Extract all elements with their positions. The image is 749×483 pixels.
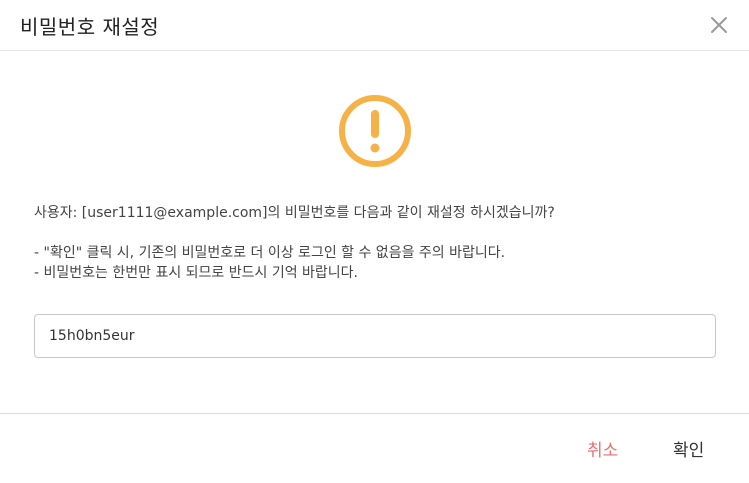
reset-password-dialog: 비밀번호 재설정 사용자: [user1111@example.com]의 비밀…: [0, 0, 749, 482]
cancel-button[interactable]: 취소: [587, 436, 618, 461]
warning-icon: [337, 93, 413, 169]
confirm-button[interactable]: 확인: [673, 436, 704, 461]
dialog-header: 비밀번호 재설정: [0, 0, 749, 51]
dialog-footer: 취소 확인: [0, 413, 749, 483]
new-password-field[interactable]: [34, 314, 716, 358]
note-remember-password: - 비밀번호는 한번만 표시 되므로 반드시 기억 바랍니다.: [34, 265, 359, 281]
note-login-warning: - "확인" 클릭 시, 기존의 비밀번호로 더 이상 로그인 할 수 없음을 …: [34, 245, 506, 261]
dialog-message: 사용자: [user1111@example.com]의 비밀번호를 다음과 같…: [34, 203, 724, 283]
dialog-title: 비밀번호 재설정: [20, 15, 160, 39]
confirm-question: 사용자: [user1111@example.com]의 비밀번호를 다음과 같…: [34, 205, 555, 221]
close-icon[interactable]: [707, 13, 731, 37]
